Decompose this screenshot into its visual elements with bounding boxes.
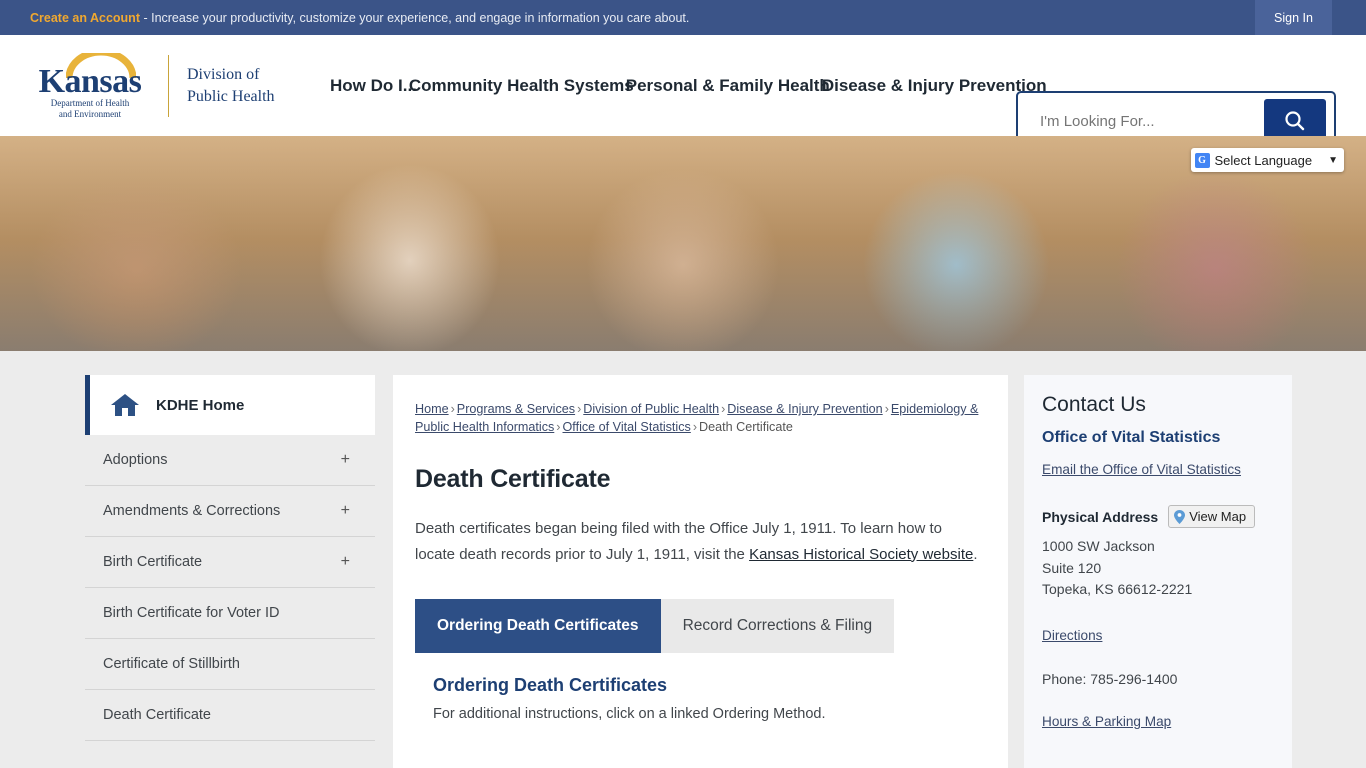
hero-banner-image: G Select Language ▼ xyxy=(0,136,1366,351)
view-map-label: View Map xyxy=(1189,509,1247,524)
site-header: Kansas Department of Health and Environm… xyxy=(0,35,1366,151)
tab-bar: Ordering Death Certificates Record Corre… xyxy=(415,599,986,654)
top-utility-bar: Create an Account - Increase your produc… xyxy=(0,0,1366,35)
view-map-button[interactable]: View Map xyxy=(1168,505,1256,528)
contact-phone: Phone: 785-296-1400 xyxy=(1042,671,1178,688)
physical-address-label: Physical Address xyxy=(1042,508,1159,525)
nav-item-disease-injury-prevention[interactable]: Disease & Injury Prevention xyxy=(822,76,1047,96)
breadcrumb: Home › Programs & Services › Division of Pub… xyxy=(415,401,986,437)
division-of-public-health-label: Division of Public Health xyxy=(187,65,275,105)
physical-address-header: Physical Address View Map xyxy=(1042,505,1272,528)
expand-plus-icon[interactable]: + xyxy=(341,553,350,571)
sidebar-item-amendments-corrections[interactable]: Amendments & Corrections + xyxy=(85,486,375,537)
address-line-suite: Suite 120 xyxy=(1042,559,1102,576)
create-account-banner: Create an Account - Increase your produc… xyxy=(30,11,689,25)
intro-text-after: . xyxy=(973,545,978,563)
tab-panel-heading: Ordering Death Certificates xyxy=(433,675,668,696)
breadcrumb-current: Death Certificate xyxy=(699,419,793,434)
breadcrumb-separator: › xyxy=(450,402,455,416)
sidebar-item-kdhe-home[interactable]: KDHE Home xyxy=(85,375,375,435)
sidebar-home-label: KDHE Home xyxy=(156,396,245,414)
sidebar-item-label: Adoptions xyxy=(103,452,168,468)
create-account-link[interactable]: Create an Account xyxy=(30,11,140,25)
sidebar-item-death-certificate[interactable]: Death Certificate xyxy=(85,690,375,741)
sidebar-item-birth-certificate-voter-id[interactable]: Birth Certificate for Voter ID xyxy=(85,588,375,639)
create-account-tagline: - Increase your productivity, customize … xyxy=(139,10,690,25)
logo-divider xyxy=(168,54,169,117)
breadcrumb-item-programs-services[interactable]: Programs & Services xyxy=(457,402,575,416)
tab-panel-ordering-death-certificates: Ordering Death Certificates For addition… xyxy=(415,653,986,722)
sidebar-item-birth-certificate[interactable]: Birth Certificate + xyxy=(85,537,375,588)
language-selector[interactable]: G Select Language ▼ xyxy=(1190,148,1344,172)
breadcrumb-item-division-of-public-health[interactable]: Division of Public Health xyxy=(583,402,719,416)
address-line-street: 1000 SW Jackson xyxy=(1042,538,1155,554)
chevron-down-icon: ▼ xyxy=(1328,154,1338,166)
google-translate-icon: G xyxy=(1194,152,1210,168)
main-content: Home › Programs & Services › Division of Pub… xyxy=(393,375,1008,768)
breadcrumb-item-disease-injury-prevention[interactable]: Disease & Injury Prevention xyxy=(727,402,882,416)
sidebar-item-adoptions[interactable]: Adoptions + xyxy=(85,435,375,486)
breadcrumb-separator: › xyxy=(692,419,698,434)
breadcrumb-item-home[interactable]: Home xyxy=(415,402,449,416)
page-title: Death Certificate xyxy=(415,464,611,493)
email-office-link[interactable]: Email the Office of Vital Statistics xyxy=(1042,462,1241,477)
language-selector-label: Select Language xyxy=(1214,152,1313,168)
nav-item-how-do-i[interactable]: How Do I... xyxy=(330,76,417,96)
hero-overlay xyxy=(0,136,1366,351)
home-icon xyxy=(111,394,139,416)
breadcrumb-item-office-of-vital-statistics[interactable]: Office of Vital Statistics xyxy=(563,420,691,434)
sidebar-item-label: Amendments & Corrections xyxy=(103,503,281,519)
sidebar-item-certificate-of-stillbirth[interactable]: Certificate of Stillbirth xyxy=(85,639,375,690)
kansas-historical-society-link[interactable]: Kansas Historical Society website xyxy=(749,546,973,563)
sidebar-item-label: Birth Certificate for Voter ID xyxy=(103,605,280,621)
sign-in-button[interactable]: Sign In xyxy=(1255,0,1332,35)
site-logo[interactable]: Kansas Department of Health and Environm… xyxy=(30,50,275,122)
contact-heading: Contact Us xyxy=(1042,393,1146,416)
expand-plus-icon[interactable]: + xyxy=(341,502,350,520)
kansas-wordmark: Kansas xyxy=(38,62,142,100)
breadcrumb-separator: › xyxy=(556,419,561,434)
tab-record-corrections-filing[interactable]: Record Corrections & Filing xyxy=(660,599,895,654)
tab-ordering-death-certificates[interactable]: Ordering Death Certificates xyxy=(415,599,661,654)
directions-link[interactable]: Directions xyxy=(1042,628,1102,643)
rail-spacer xyxy=(1042,601,1272,627)
contact-office-name: Office of Vital Statistics xyxy=(1042,429,1221,446)
map-pin-icon xyxy=(1174,509,1186,524)
rail-spacer xyxy=(1042,645,1272,671)
nav-item-community-health-systems[interactable]: Community Health Systems xyxy=(409,76,634,96)
sidebar-item-label: Birth Certificate xyxy=(103,554,203,570)
address-line-city-state-zip: Topeka, KS 66612-2221 xyxy=(1042,581,1193,598)
nav-item-personal-family-health[interactable]: Personal & Family Health xyxy=(626,76,830,96)
intro-paragraph: Death certificates began being filed wit… xyxy=(415,516,986,568)
sidebar-item-label: Death Certificate xyxy=(103,707,211,723)
kansas-agency-subline: Department of Health and Environment xyxy=(50,97,130,119)
search-input[interactable] xyxy=(1026,112,1264,130)
hours-parking-map-link[interactable]: Hours & Parking Map xyxy=(1042,714,1171,729)
expand-plus-icon[interactable]: + xyxy=(341,451,350,469)
breadcrumb-separator: › xyxy=(884,402,889,416)
kansas-seal-logo: Kansas Department of Health and Environm… xyxy=(30,51,150,121)
page-body: KDHE Home Adoptions + Amendments & Corre… xyxy=(0,351,1366,768)
tab-panel-text: For additional instructions, click on a … xyxy=(433,706,826,723)
contact-rail: Contact Us Office of Vital Statistics Em… xyxy=(1024,375,1292,768)
section-sidebar: KDHE Home Adoptions + Amendments & Corre… xyxy=(85,375,375,768)
sidebar-item-label: Certificate of Stillbirth xyxy=(103,656,240,672)
rail-spacer xyxy=(1042,687,1272,713)
search-icon xyxy=(1285,111,1305,131)
primary-navigation: How Do I... Community Health Systems Per… xyxy=(330,76,1047,96)
